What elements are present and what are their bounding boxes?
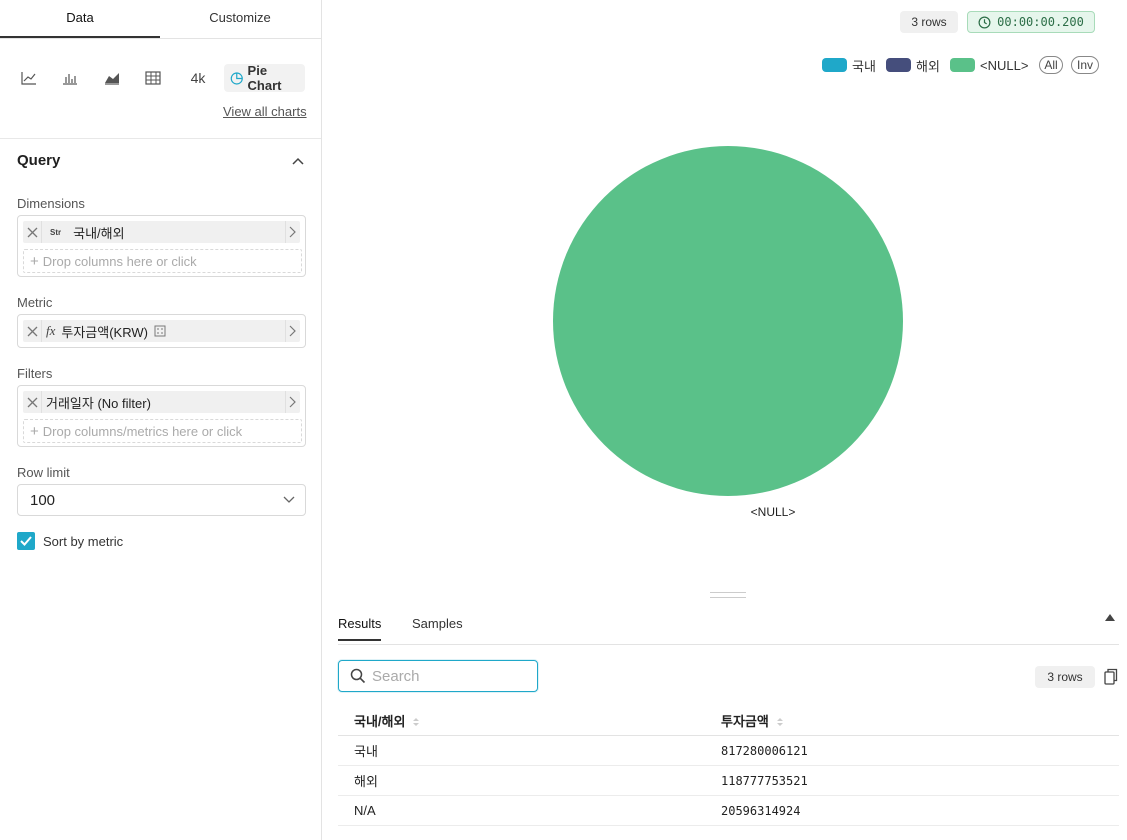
column-header-label: 국내/해외 bbox=[354, 713, 406, 729]
sort-icon bbox=[776, 718, 783, 727]
table-cell: 20596314924 bbox=[705, 795, 1119, 826]
query-section-title: Query bbox=[17, 152, 61, 169]
bar-chart-icon[interactable] bbox=[61, 64, 79, 92]
tab-samples[interactable]: Samples bbox=[412, 616, 463, 639]
table-cell: 국내 bbox=[338, 735, 705, 766]
table-cell: N/A bbox=[338, 795, 705, 826]
row-limit-label: Row limit bbox=[17, 465, 70, 480]
results-tabs: Results Samples bbox=[338, 604, 1119, 645]
legend-item-domestic[interactable]: 국내 bbox=[822, 56, 876, 74]
tab-data[interactable]: Data bbox=[0, 0, 160, 38]
table-row: 국내 817280006121 bbox=[338, 735, 1119, 766]
pie-chart-button[interactable]: Pie Chart bbox=[224, 63, 305, 93]
dimension-pill[interactable]: Str 국내/해외 bbox=[23, 221, 300, 243]
pie-slice[interactable] bbox=[553, 146, 903, 496]
results-row-count-badge: 3 rows bbox=[1035, 666, 1095, 688]
pie-chart-icon bbox=[230, 71, 243, 85]
area-chart-icon[interactable] bbox=[103, 64, 121, 92]
pie-chart-svg: <NULL> bbox=[553, 146, 903, 519]
plus-icon: + bbox=[30, 252, 39, 270]
legend-swatch bbox=[886, 58, 911, 72]
close-icon[interactable] bbox=[23, 320, 42, 342]
calculator-icon bbox=[154, 325, 166, 337]
divider bbox=[0, 138, 321, 139]
resize-handle[interactable] bbox=[710, 592, 746, 598]
table-row: N/A 20596314924 bbox=[338, 795, 1119, 826]
clock-icon bbox=[978, 16, 991, 28]
legend-invert-button[interactable]: Inv bbox=[1071, 56, 1099, 74]
column-header-label: 투자금액 bbox=[721, 713, 769, 729]
pie-chart-label: Pie Chart bbox=[247, 63, 282, 93]
search-icon bbox=[350, 668, 366, 684]
dimensions-label: Dimensions bbox=[17, 196, 85, 211]
metric-name: 투자금액(KRW) bbox=[61, 324, 148, 340]
chevron-right-icon[interactable] bbox=[285, 391, 300, 413]
filter-drop-text: Drop columns/metrics here or click bbox=[42, 423, 243, 439]
dimension-name: 국내/해외 bbox=[73, 225, 125, 241]
chevron-up-icon[interactable] bbox=[291, 154, 305, 168]
legend-label: <NULL> bbox=[980, 57, 1029, 73]
column-header[interactable]: 투자금액 bbox=[705, 705, 1119, 736]
sort-by-metric-label: Sort by metric bbox=[43, 534, 124, 549]
row-limit-select[interactable]: 100 bbox=[17, 484, 306, 516]
copy-icon[interactable] bbox=[1104, 668, 1118, 685]
metric-pill[interactable]: fx 투자금액(KRW) bbox=[23, 320, 300, 342]
sort-by-metric-checkbox[interactable] bbox=[17, 532, 35, 550]
viz-type-row: 4k Pie Chart bbox=[0, 63, 321, 94]
query-time-text: 00:00:00.200 bbox=[997, 15, 1084, 29]
dimension-drop-zone[interactable]: + Drop columns here or click bbox=[23, 249, 302, 273]
close-icon[interactable] bbox=[23, 221, 42, 243]
legend-label: 국내 bbox=[852, 58, 876, 74]
results-search bbox=[338, 660, 538, 692]
chevron-right-icon[interactable] bbox=[285, 221, 300, 243]
tab-customize[interactable]: Customize bbox=[160, 0, 320, 38]
row-count-badge: 3 rows bbox=[900, 11, 958, 33]
sort-icon bbox=[413, 718, 420, 727]
search-input[interactable] bbox=[370, 666, 534, 686]
filters-box: 거래일자 (No filter) + Drop columns/metrics h… bbox=[17, 385, 306, 447]
metric-label: Metric bbox=[17, 295, 53, 310]
checkmark-icon bbox=[20, 536, 32, 546]
table-row: 해외 118777753521 bbox=[338, 765, 1119, 796]
legend-swatch bbox=[950, 58, 975, 72]
legend-swatch bbox=[822, 58, 847, 72]
column-header[interactable]: 국내/해외 bbox=[338, 705, 705, 736]
table-cell: 해외 bbox=[338, 765, 705, 796]
pie-slice-label: <NULL> bbox=[751, 505, 796, 519]
view-all-charts-link[interactable]: View all charts bbox=[223, 104, 307, 119]
legend-item-overseas[interactable]: 해외 bbox=[886, 56, 940, 74]
legend-select-all-button[interactable]: All bbox=[1039, 56, 1063, 74]
filters-label: Filters bbox=[17, 366, 53, 381]
row-limit-value: 100 bbox=[30, 491, 56, 509]
filter-name: 거래일자 (No filter) bbox=[46, 395, 151, 411]
dimensions-box: Str 국내/해외 + Drop columns here or click bbox=[17, 215, 306, 277]
metric-box: fx 투자금액(KRW) bbox=[17, 314, 306, 348]
pie-chart: <NULL> bbox=[542, 135, 922, 535]
dimension-drop-text: Drop columns here or click bbox=[42, 253, 197, 269]
legend-item-null[interactable]: <NULL> bbox=[950, 56, 1028, 74]
big-number-button[interactable]: 4k bbox=[187, 64, 209, 92]
panel-tabs: Data Customize bbox=[0, 0, 321, 39]
query-time-badge: 00:00:00.200 bbox=[967, 11, 1095, 33]
filter-drop-zone[interactable]: + Drop columns/metrics here or click bbox=[23, 419, 302, 443]
string-type-icon: Str bbox=[50, 227, 62, 237]
tab-results[interactable]: Results bbox=[338, 616, 382, 641]
filter-pill[interactable]: 거래일자 (No filter) bbox=[23, 391, 300, 413]
function-icon: fx bbox=[46, 323, 56, 338]
chevron-right-icon[interactable] bbox=[285, 320, 300, 342]
chart-panel: 3 rows 00:00:00.200 국내 해외 <NULL> All Inv… bbox=[322, 0, 1127, 840]
results-table: 국내/해외 투자금액 국내 817280006121 해외 1187777535… bbox=[338, 705, 1119, 826]
line-chart-icon[interactable] bbox=[20, 64, 38, 92]
table-cell: 817280006121 bbox=[705, 735, 1119, 766]
close-icon[interactable] bbox=[23, 391, 42, 413]
collapse-triangle-icon[interactable] bbox=[1105, 614, 1115, 621]
chevron-down-icon bbox=[283, 496, 295, 503]
control-panel: Data Customize 4k Pie Chart View all cha… bbox=[0, 0, 322, 840]
table-header-row: 국내/해외 투자금액 bbox=[338, 705, 1119, 736]
legend-label: 해외 bbox=[916, 58, 940, 74]
table-icon[interactable] bbox=[144, 64, 162, 92]
table-cell: 118777753521 bbox=[705, 765, 1119, 796]
plus-icon: + bbox=[30, 422, 39, 440]
